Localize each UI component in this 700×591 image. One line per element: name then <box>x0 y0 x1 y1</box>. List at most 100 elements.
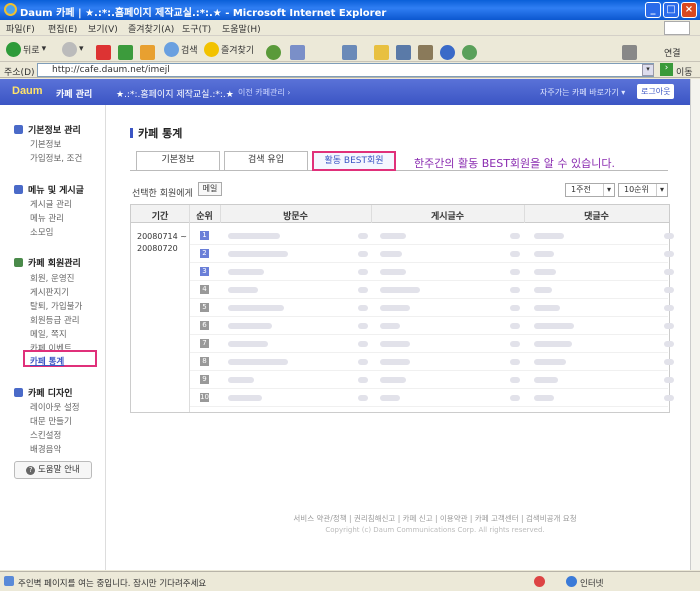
go-arrow-icon[interactable]: › <box>660 63 673 76</box>
sidebar-item-mail-note[interactable]: 메일, 쪽지 <box>30 328 67 340</box>
search-button[interactable]: 검색 <box>164 40 198 58</box>
member-visits-cell[interactable] <box>228 305 284 311</box>
member-posts-cell[interactable] <box>380 233 406 239</box>
close-window-button[interactable]: × <box>681 2 697 18</box>
links-label[interactable]: 연결 <box>664 46 681 59</box>
mail-icon[interactable] <box>290 45 305 60</box>
footer-link-rights[interactable]: 권리침해신고 <box>354 514 395 523</box>
member-posts-cell[interactable] <box>380 395 400 401</box>
sidebar-item-layout[interactable]: 레이아웃 설정 <box>30 401 80 413</box>
sidebar-item-board-keeper[interactable]: 게시판지기 <box>30 286 69 298</box>
sidebar-item-cafe-stats[interactable]: 카페 통계 <box>30 355 64 367</box>
prev-admin-link[interactable]: 이전 카페관리 › <box>238 87 290 98</box>
member-comments-cell[interactable] <box>534 269 556 275</box>
member-comments-cell[interactable] <box>534 305 560 311</box>
member-visits-cell[interactable] <box>228 323 272 329</box>
member-visits-cell[interactable] <box>228 359 288 365</box>
print-icon[interactable] <box>342 45 357 60</box>
menu-file[interactable]: 파일(F) <box>6 22 35 35</box>
sidebar-item-post-manage[interactable]: 게시글 관리 <box>30 198 72 210</box>
count-value <box>510 377 520 383</box>
member-visits-cell[interactable] <box>228 395 262 401</box>
cafe-name[interactable]: ★.:*:.홈페이지 제작교실.:*:.★ <box>116 87 234 100</box>
research-icon[interactable] <box>418 45 433 60</box>
sidebar-item-members-staff[interactable]: 회원, 운영진 <box>30 272 75 284</box>
links-icon[interactable] <box>622 45 637 60</box>
forward-button[interactable]: ▾ <box>62 40 84 58</box>
member-visits-cell[interactable] <box>228 377 254 383</box>
rank-badge: 6 <box>200 321 209 330</box>
footer-link-privacy[interactable]: 검색비공개 요청 <box>526 514 577 523</box>
tab-search-inflow[interactable]: 검색 유입 <box>224 151 308 170</box>
member-posts-cell[interactable] <box>380 287 420 293</box>
logout-button[interactable]: 로그아웃 <box>637 84 675 99</box>
member-comments-cell[interactable] <box>534 359 566 365</box>
home-icon[interactable] <box>140 45 155 60</box>
sidebar-item-bgm[interactable]: 배경음악 <box>30 443 61 455</box>
tool-icon[interactable] <box>440 45 455 60</box>
maximize-button[interactable]: □ <box>663 2 679 18</box>
back-button[interactable]: 뒤로 ▾ <box>6 40 46 58</box>
member-visits-cell[interactable] <box>228 251 288 257</box>
member-posts-cell[interactable] <box>380 359 410 365</box>
address-dropdown-icon[interactable]: ▾ <box>642 64 654 76</box>
member-posts-cell[interactable] <box>380 305 410 311</box>
footer-link-support[interactable]: 카페 고객센터 <box>475 514 519 523</box>
member-posts-cell[interactable] <box>380 323 400 329</box>
sidebar-item-small-group[interactable]: 소모임 <box>30 226 53 238</box>
member-comments-cell[interactable] <box>534 287 552 293</box>
go-button[interactable]: 이동 <box>676 65 693 78</box>
mail-button[interactable]: 메일 <box>198 182 222 196</box>
minimize-button[interactable]: _ <box>645 2 661 18</box>
stop-icon[interactable] <box>96 45 111 60</box>
rank-select[interactable]: 10순위 ▾ <box>618 183 668 197</box>
member-comments-cell[interactable] <box>534 233 564 239</box>
member-visits-cell[interactable] <box>228 233 280 239</box>
member-comments-cell[interactable] <box>534 251 554 257</box>
member-comments-cell[interactable] <box>534 377 558 383</box>
member-posts-cell[interactable] <box>380 269 406 275</box>
tab-basic-info[interactable]: 기본정보 <box>136 151 220 170</box>
member-posts-cell[interactable] <box>380 251 402 257</box>
sidebar-item-basic-info[interactable]: 기본정보 <box>30 138 61 150</box>
cafe-shortcut-dropdown[interactable]: 자주가는 카페 바로가기 ▾ <box>540 87 625 98</box>
footer-link-policy[interactable]: 서비스 약관/정책 <box>293 514 346 523</box>
sidebar-item-menu-manage[interactable]: 메뉴 관리 <box>30 212 64 224</box>
member-comments-cell[interactable] <box>534 323 574 329</box>
member-posts-cell[interactable] <box>380 341 410 347</box>
refresh-icon[interactable] <box>118 45 133 60</box>
popup-blocked-icon[interactable] <box>534 576 545 587</box>
footer-link-terms[interactable]: 이용약관 <box>440 514 468 523</box>
sidebar-item-join-info[interactable]: 가입정보, 조건 <box>30 152 82 164</box>
sidebar-item-main-page[interactable]: 대문 만들기 <box>30 415 72 427</box>
member-visits-cell[interactable] <box>228 269 264 275</box>
messenger-icon[interactable] <box>396 45 411 60</box>
footer-link-report[interactable]: 카페 신고 <box>403 514 433 523</box>
member-visits-cell[interactable] <box>228 287 258 293</box>
menu-edit[interactable]: 편집(E) <box>48 22 77 35</box>
member-posts-cell[interactable] <box>380 377 406 383</box>
tab-best-members[interactable]: 활동 BEST회원 <box>312 151 396 171</box>
daum-logo[interactable]: Daum <box>12 85 43 97</box>
table-row: 7 <box>190 335 674 353</box>
vertical-scrollbar[interactable] <box>690 79 700 570</box>
sidebar-item-withdrawal[interactable]: 탈퇴, 가입불가 <box>30 300 82 312</box>
people-icon[interactable] <box>462 45 477 60</box>
menu-tools[interactable]: 도구(T) <box>182 22 211 35</box>
menu-favorites[interactable]: 즐겨찾기(A) <box>128 22 174 35</box>
period-select[interactable]: 1주전 ▾ <box>565 183 615 197</box>
member-comments-cell[interactable] <box>534 395 554 401</box>
history-icon[interactable] <box>266 45 281 60</box>
sidebar-item-member-level[interactable]: 회원등급 관리 <box>30 314 80 326</box>
menu-help[interactable]: 도움말(H) <box>222 22 261 35</box>
member-comments-cell[interactable] <box>534 341 572 347</box>
favorites-button[interactable]: 즐겨찾기 <box>204 40 254 58</box>
folder-icon[interactable] <box>374 45 389 60</box>
sidebar-item-skin[interactable]: 스킨설정 <box>30 429 61 441</box>
address-input[interactable]: http://cafe.daum.net/imejl <box>37 63 654 77</box>
count-value <box>510 341 520 347</box>
member-visits-cell[interactable] <box>228 341 268 347</box>
sidebar-section-menu-posts: 메뉴 및 게시글 <box>14 183 84 196</box>
menu-view[interactable]: 보기(V) <box>88 22 118 35</box>
help-guide-button[interactable]: ? 도움말 안내 <box>14 461 92 479</box>
